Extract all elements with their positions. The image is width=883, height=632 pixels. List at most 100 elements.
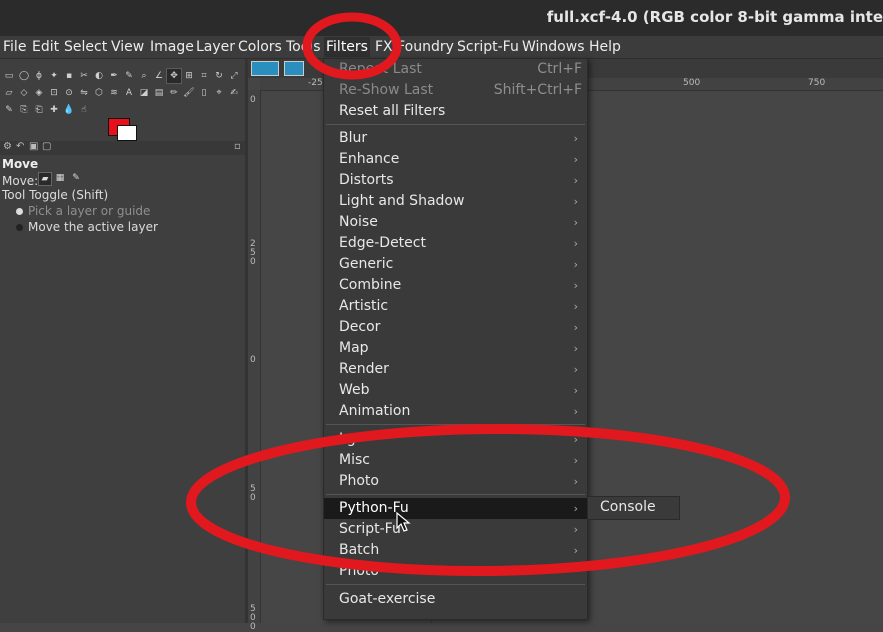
radio-move-active-layer[interactable]: Move the active layer [16, 220, 158, 234]
menu-item-label: Photo [339, 473, 379, 489]
foreground-select-icon[interactable]: ◐ [92, 69, 106, 83]
warp-tool-icon[interactable]: ≋ [107, 86, 121, 100]
menu-windows[interactable]: Windows [520, 37, 587, 57]
menu-colors[interactable]: Colors [236, 37, 284, 57]
menu-item-artistic[interactable]: Artistic › [324, 296, 587, 317]
dock-config-icon[interactable]: ▫ [234, 141, 241, 152]
eraser-tool-icon[interactable]: ▯ [197, 86, 211, 100]
menu-select[interactable]: Select [62, 37, 109, 57]
move-layer-mode-icon[interactable]: ▰ [38, 172, 52, 186]
menu-fx-foundry[interactable]: FX Foundry [373, 37, 456, 57]
align-tool-icon[interactable]: ⊞ [182, 69, 196, 83]
menu-item-label: Map [339, 340, 369, 356]
vertical-ruler[interactable]: 0 250 0 50 500 [248, 90, 261, 632]
ruler-tick-label: 0 [250, 355, 256, 365]
color-select-tool-icon[interactable]: ▪ [62, 69, 76, 83]
menu-item-python-fu[interactable]: Python-Fu › [324, 498, 587, 519]
clone-tool-icon[interactable]: ⎘ [17, 103, 31, 117]
menu-item-photo[interactable]: Photo › [324, 471, 587, 492]
menu-item-re-show-last[interactable]: Re-Show Last Shift+Ctrl+F [324, 80, 587, 101]
menu-item-lg[interactable]: Lg › [324, 429, 587, 450]
transform-3d-icon[interactable]: ◈ [32, 86, 46, 100]
tool-options-tab-icon[interactable]: ⚙ [3, 141, 12, 152]
menu-script-fu[interactable]: Script-Fu [455, 37, 521, 57]
rotate-tool-icon[interactable]: ↻ [212, 69, 226, 83]
blur-sharpen-icon[interactable]: 💧 [62, 103, 76, 117]
menu-item-label: Script-Fu [339, 521, 401, 537]
radio-pick-layer[interactable]: Pick a layer or guide [16, 204, 150, 218]
menu-filters[interactable]: Filters [324, 37, 370, 57]
paths-tool-icon[interactable]: ✒ [107, 69, 121, 83]
ellipse-select-tool-icon[interactable]: ◯ [17, 69, 31, 83]
cage-tool-icon[interactable]: ⬡ [92, 86, 106, 100]
menu-item-goat-exercise[interactable]: Goat-exercise [324, 589, 587, 610]
perspective-clone-icon[interactable]: ⎗ [32, 103, 46, 117]
menu-item-generic[interactable]: Generic › [324, 254, 587, 275]
paintbrush-tool-icon[interactable]: 🖌 [182, 86, 196, 100]
background-color-swatch[interactable] [117, 125, 137, 141]
menu-item-label: Edge-Detect [339, 235, 426, 251]
menu-item-web[interactable]: Web › [324, 380, 587, 401]
menu-item-decor[interactable]: Decor › [324, 317, 587, 338]
menu-item-render[interactable]: Render › [324, 359, 587, 380]
lasso-tool-icon[interactable]: ϕ [32, 69, 46, 83]
menu-item-blur[interactable]: Blur › [324, 128, 587, 149]
mypaint-brush-icon[interactable]: ✎ [2, 103, 16, 117]
menu-edit[interactable]: Edit [30, 37, 61, 57]
menu-file[interactable]: File [1, 37, 28, 57]
menu-item-distorts[interactable]: Distorts › [324, 170, 587, 191]
color-picker-icon[interactable]: ✎ [122, 69, 136, 83]
menu-item-batch[interactable]: Batch › [324, 540, 587, 561]
scale-tool-icon[interactable]: ⤢ [227, 69, 241, 83]
menu-item-combine[interactable]: Combine › [324, 275, 587, 296]
menu-item-photo-2[interactable]: Photo [324, 561, 587, 582]
text-tool-icon[interactable]: A [122, 86, 136, 100]
menu-item-label: Animation [339, 403, 411, 419]
images-tab-icon[interactable]: ▣ [29, 141, 38, 152]
flip-tool-icon[interactable]: ⇋ [77, 86, 91, 100]
menu-view[interactable]: View [109, 37, 146, 57]
unified-transform-icon[interactable]: ⊡ [47, 86, 61, 100]
crop-tool-icon[interactable]: ⌗ [197, 69, 211, 83]
menu-item-map[interactable]: Map › [324, 338, 587, 359]
move-selection-mode-icon[interactable]: ▦ [54, 172, 66, 184]
menu-item-animation[interactable]: Animation › [324, 401, 587, 422]
perspective-tool-icon[interactable]: ◇ [17, 86, 31, 100]
menu-item-reset-all-filters[interactable]: Reset all Filters [324, 101, 587, 122]
fuzzy-select-tool-icon[interactable]: ✦ [47, 69, 61, 83]
chevron-right-icon: › [573, 132, 578, 145]
device-status-tab-icon[interactable]: ▢ [42, 141, 51, 152]
menu-image[interactable]: Image [148, 37, 196, 57]
menu-layer[interactable]: Layer [194, 37, 237, 57]
gradient-tool-icon[interactable]: ▤ [152, 86, 166, 100]
smudge-tool-icon[interactable]: ☝ [77, 103, 91, 117]
heal-tool-icon[interactable]: ✚ [47, 103, 61, 117]
menu-tools[interactable]: Tools [284, 37, 323, 57]
menu-item-noise[interactable]: Noise › [324, 212, 587, 233]
scissors-tool-icon[interactable]: ✂ [77, 69, 91, 83]
menu-item-label: Re-Show Last [339, 82, 434, 98]
menu-item-light-and-shadow[interactable]: Light and Shadow › [324, 191, 587, 212]
image-tab-thumbnail[interactable] [284, 61, 304, 76]
measure-tool-icon[interactable]: ∠ [152, 69, 166, 83]
shear-tool-icon[interactable]: ▱ [2, 86, 16, 100]
handle-transform-icon[interactable]: ⊙ [62, 86, 76, 100]
ink-tool-icon[interactable]: ✍ [227, 86, 241, 100]
menu-item-misc[interactable]: Misc › [324, 450, 587, 471]
pencil-tool-icon[interactable]: ✏ [167, 86, 181, 100]
ruler-tick-label: 500 [250, 604, 256, 632]
menu-item-repeat-last[interactable]: Repeat Last Ctrl+F [324, 59, 587, 80]
move-tool-icon[interactable]: ✥ [166, 68, 182, 84]
menu-item-edge-detect[interactable]: Edge-Detect › [324, 233, 587, 254]
menu-item-script-fu[interactable]: Script-Fu › [324, 519, 587, 540]
menu-help[interactable]: Help [587, 37, 623, 57]
undo-history-tab-icon[interactable]: ↶ [16, 141, 24, 152]
rect-select-tool-icon[interactable]: ▭ [2, 69, 16, 83]
menu-item-enhance[interactable]: Enhance › [324, 149, 587, 170]
move-path-mode-icon[interactable]: ✎ [70, 172, 82, 184]
airbrush-tool-icon[interactable]: ⌖ [212, 86, 226, 100]
bucket-fill-icon[interactable]: ◪ [137, 86, 151, 100]
zoom-tool-icon[interactable]: ⌕ [137, 69, 151, 83]
submenu-item-console[interactable]: Console [600, 499, 656, 515]
image-tab-thumbnail[interactable] [251, 61, 279, 76]
